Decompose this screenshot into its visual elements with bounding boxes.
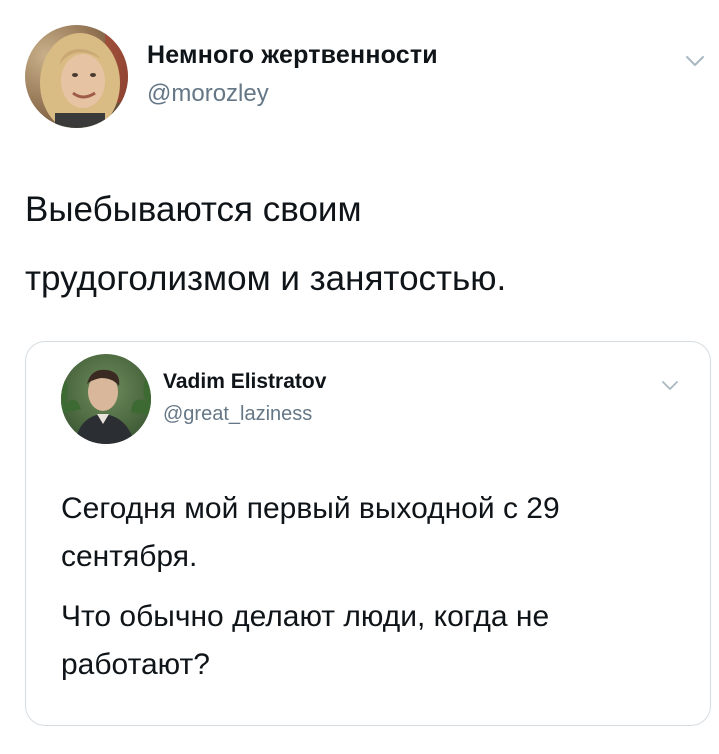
quoted-author-handle[interactable]: @great_laziness	[163, 403, 312, 426]
avatar[interactable]	[25, 25, 128, 128]
quoted-tweet-paragraph: Что обычно делают люди, когда не работаю…	[61, 600, 550, 681]
tweet-text-line: Выебываются своим	[25, 190, 362, 229]
quoted-tweet-text: Сегодня мой первый выходной с 29 сентябр…	[61, 485, 691, 701]
tweet-text: Выебываются своим трудоголизмом и занято…	[25, 175, 695, 313]
quoted-tweet-paragraph: Сегодня мой первый выходной с 29 сентябр…	[61, 492, 560, 573]
avatar-photo	[25, 25, 128, 128]
quoted-tweet-card[interactable]: Vadim Elistratov @great_laziness Сегодня…	[25, 341, 711, 726]
chevron-down-icon[interactable]	[660, 375, 680, 395]
chevron-down-icon[interactable]	[683, 49, 707, 73]
author-handle[interactable]: @morozley	[147, 80, 269, 108]
avatar-photo	[61, 354, 151, 444]
tweet-header: Немного жертвенности @morozley	[25, 25, 715, 129]
avatar[interactable]	[61, 354, 151, 444]
quoted-author-name[interactable]: Vadim Elistratov	[163, 370, 326, 394]
author-name[interactable]: Немного жертвенности	[147, 41, 438, 70]
tweet-text-line: трудоголизмом и занятостью.	[25, 259, 507, 298]
